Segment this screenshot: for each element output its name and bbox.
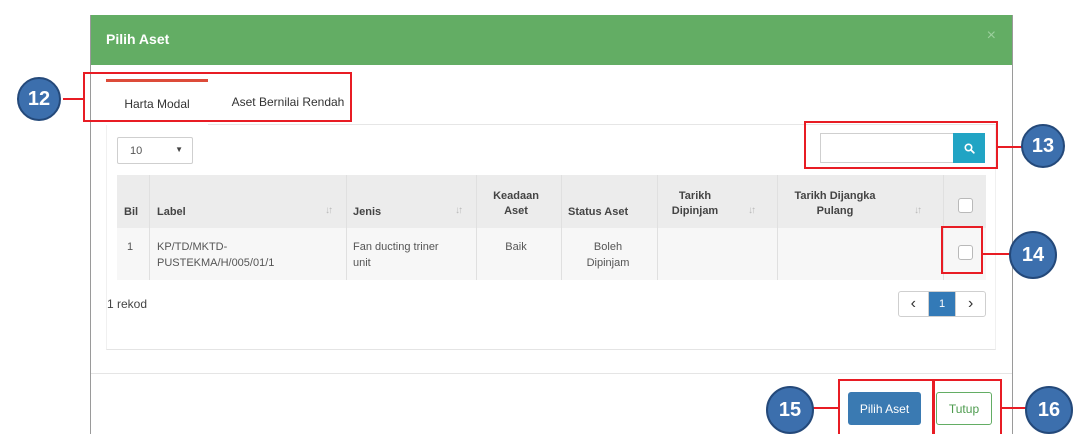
callout-line [1000, 407, 1026, 409]
callout-line [812, 407, 840, 409]
modal-header: Pilih Aset × [91, 15, 1012, 65]
callout-box-tabs [83, 72, 352, 122]
column-divider [777, 175, 778, 280]
next-page-button[interactable]: › [956, 292, 985, 316]
callout-box-pilih-aset [838, 379, 935, 434]
callout-box-search [804, 121, 998, 169]
footer-divider [91, 373, 1012, 374]
caret-down-icon: ▼ [175, 145, 183, 154]
callout-marker-16: 16 [1025, 386, 1073, 434]
callout-marker-14: 14 [1009, 231, 1057, 279]
page-1-button[interactable]: 1 [927, 292, 957, 316]
column-divider [657, 175, 658, 280]
modal-title: Pilih Aset [106, 31, 170, 47]
callout-box-checkbox [941, 226, 983, 274]
callout-line [996, 146, 1022, 148]
column-divider [346, 175, 347, 280]
callout-marker-12: 12 [17, 77, 61, 121]
page-length-value: 10 [130, 145, 143, 157]
callout-box-tutup [932, 379, 1002, 434]
prev-page-button[interactable]: ‹ [899, 292, 928, 316]
column-dividers [117, 175, 986, 280]
record-count: 1 rekod [107, 297, 148, 311]
column-divider [476, 175, 477, 280]
column-divider [561, 175, 562, 280]
screenshot-canvas: Pilih Aset × Harta Modal Aset Bernilai R… [0, 0, 1078, 434]
callout-line [63, 98, 84, 100]
pagination: ‹ 1 › [898, 291, 986, 317]
page-length-select[interactable]: 10 ▼ [117, 137, 193, 164]
close-icon[interactable]: × [987, 27, 996, 45]
callout-line [982, 253, 1010, 255]
column-divider [149, 175, 150, 280]
callout-marker-13: 13 [1021, 124, 1065, 168]
callout-marker-15: 15 [766, 386, 814, 434]
